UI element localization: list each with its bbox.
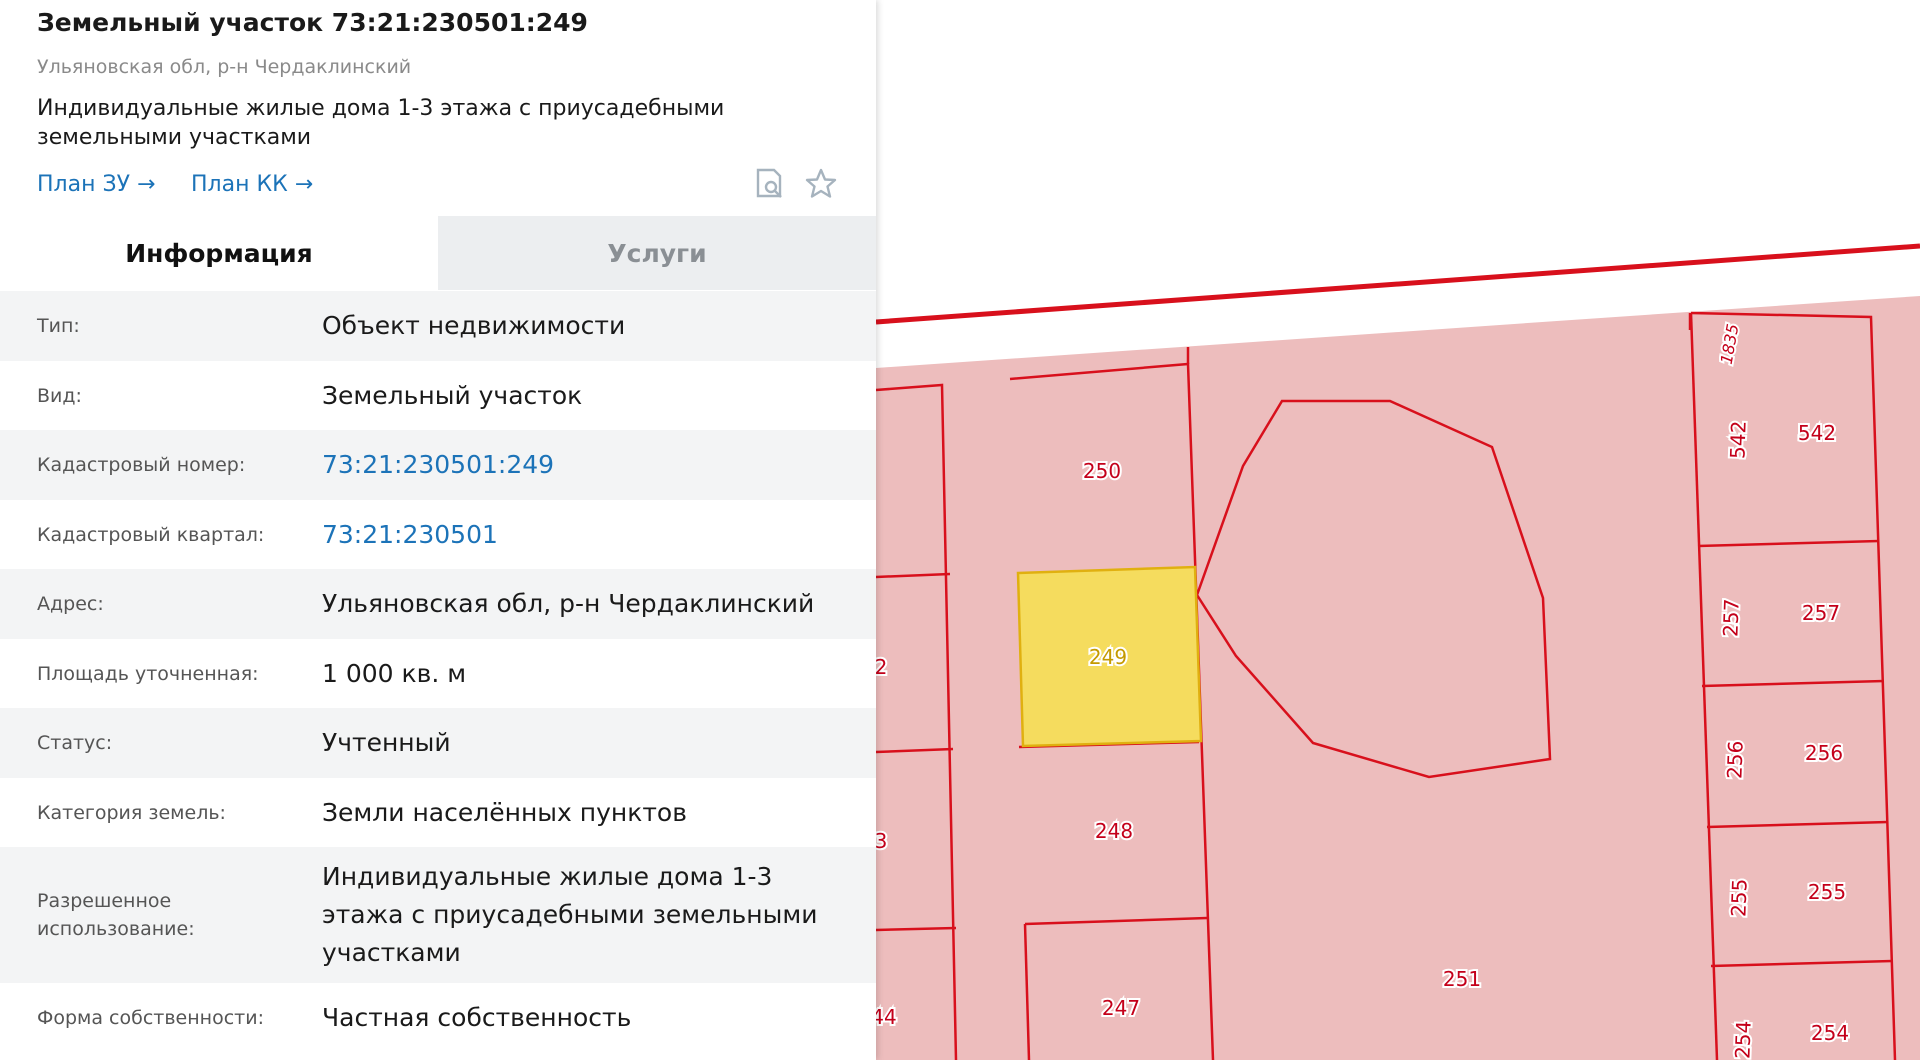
info-row: Вид: Земельный участок [0, 361, 876, 430]
info-label: Категория земель: [37, 801, 226, 824]
parcel-label-255-vertical: 255 [1726, 878, 1751, 917]
parcel-label-542: 542 [1798, 421, 1836, 445]
info-label: Тип: [37, 315, 80, 337]
tab-bar: Информация Услуги [0, 216, 876, 290]
search-document-icon[interactable] [751, 166, 787, 202]
plan-zu-link[interactable]: План ЗУ → [37, 172, 155, 197]
info-label: Кадастровый квартал: [37, 523, 265, 546]
plan-kk-link[interactable]: План КК → [191, 172, 313, 197]
cadastral-quarter-link[interactable]: 73:21:230501 [322, 516, 876, 554]
info-value: Земли населённых пунктов [322, 797, 687, 827]
parcel-label-249: 249 [1089, 645, 1127, 669]
info-row: Кадастровый квартал: 73:21:230501 [0, 500, 876, 569]
info-label: Разрешенное использование: [37, 890, 195, 940]
parcel-label-257: 257 [1802, 601, 1840, 625]
parcel-label-257-vertical: 257 [1718, 598, 1743, 637]
parcel-label-247: 247 [1102, 996, 1140, 1020]
star-icon[interactable] [803, 166, 839, 202]
info-panel: Земельный участок 73:21:230501:249 Ульян… [0, 0, 876, 1060]
info-table: Тип: Объект недвижимости Вид: Земельный … [0, 291, 876, 1053]
parcel-label-254-vertical: 254 [1730, 1020, 1755, 1059]
parcel-label-2: 2 [875, 655, 888, 679]
parcel-label-256-vertical: 256 [1722, 740, 1747, 779]
info-label: Форма собственности: [37, 1007, 264, 1029]
info-value: Учтенный [322, 728, 451, 757]
parcel-label-255: 255 [1808, 880, 1846, 904]
page-title: Земельный участок 73:21:230501:249 [37, 8, 588, 37]
info-value: 1 000 кв. м [322, 658, 467, 688]
parcel-label-3: 3 [875, 829, 888, 853]
info-row: Площадь уточненная: 1 000 кв. м [0, 639, 876, 708]
info-row: Тип: Объект недвижимости [0, 291, 876, 361]
parcel-label-254: 254 [1811, 1021, 1849, 1045]
info-value: Ульяновская обл, р-н Чердаклинский [322, 589, 815, 618]
info-row: Форма собственности: Частная собственнос… [0, 983, 876, 1053]
info-value: Земельный участок [322, 380, 583, 410]
info-row: Статус: Учтенный [0, 708, 876, 778]
parcel-label-256: 256 [1805, 741, 1843, 765]
parcel-label-542-vertical: 542 [1725, 420, 1750, 459]
info-row: Адрес: Ульяновская обл, р-н Чердаклински… [0, 569, 876, 639]
info-row: Кадастровый номер: 73:21:230501:249 [0, 430, 876, 500]
info-row: Разрешенное использование: Индивидуальны… [0, 847, 876, 983]
parcel-label-250: 250 [1083, 459, 1121, 483]
info-value: Объект недвижимости [322, 311, 626, 340]
info-label: Вид: [37, 384, 82, 407]
tab-services[interactable]: Услуги [438, 216, 876, 290]
info-label: Площадь уточненная: [37, 662, 259, 685]
info-label: Адрес: [37, 593, 104, 615]
parcel-label-248: 248 [1095, 819, 1133, 843]
usage-description: Индивидуальные жилые дома 1-3 этажа с пр… [37, 96, 725, 150]
info-value: Частная собственность [322, 1003, 632, 1032]
tab-information[interactable]: Информация [0, 216, 438, 290]
info-row: Категория земель: Земли населённых пункт… [0, 778, 876, 847]
info-label: Кадастровый номер: [37, 454, 246, 476]
parcel-label-251: 251 [1443, 967, 1481, 991]
cadastral-number-link[interactable]: 73:21:230501:249 [322, 446, 876, 484]
info-value: Индивидуальные жилые дома 1-3 этажа с пр… [322, 862, 818, 967]
info-label: Статус: [37, 732, 113, 754]
region-subtitle: Ульяновская обл, р-н Чердаклинский [37, 56, 412, 78]
